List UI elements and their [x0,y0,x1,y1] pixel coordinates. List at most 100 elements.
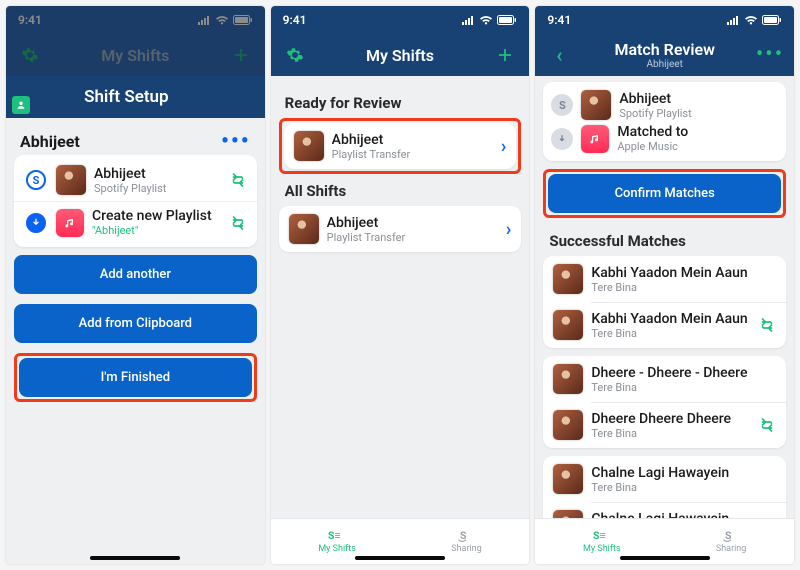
wifi-icon [744,15,758,25]
svg-text:S≡: S≡ [328,529,341,542]
item-sub: Playlist Transfer [327,231,498,244]
status-icons [461,15,517,25]
list-item[interactable]: Abhijeet Playlist Transfer › [284,123,517,169]
track-title: Kabhi Yaadon Mein Aaun [591,265,776,281]
avatar-badge[interactable] [12,96,30,114]
track-thumb [553,310,583,340]
track-sub: Tere Bina [591,481,776,494]
add-another-button[interactable]: Add another [14,255,257,294]
gear-icon[interactable] [283,46,307,64]
sheet-header: Shift Setup [6,76,265,118]
track-title: Dheere - Dheere - Dheere [591,365,776,381]
battery-icon [762,15,782,25]
screen-my-shifts: 9:41 My Shifts Ready for Review [271,6,530,564]
step-title: Abhijeet [94,166,221,182]
section-all-label: All Shifts [279,174,522,206]
step-row-dest[interactable]: Create new Playlist "Abhijeet" [14,201,257,243]
track-thumb [553,464,583,494]
match-row[interactable]: Kabhi Yaadon Mein AaunTere Bina [543,256,786,302]
step-title: Create new Playlist [92,208,221,224]
page-title: Match Review Abhijeet [571,40,758,70]
item-title: Abhijeet [327,215,498,231]
all-list: Abhijeet Playlist Transfer › [279,206,522,252]
signal-icon [726,15,740,25]
playlist-thumb [56,165,86,195]
navbar: ‹ Match Review Abhijeet ••• [535,34,794,76]
dimmed-title: My Shifts [42,46,229,65]
source-row: S Abhijeet Spotify Playlist [551,90,778,120]
list-item[interactable]: Abhijeet Playlist Transfer › [279,206,522,252]
track-sub: Tere Bina [591,381,776,394]
status-bar: 9:41 [535,6,794,34]
track-thumb [553,264,583,294]
confirm-matches-button[interactable]: Confirm Matches [548,174,781,213]
gear-icon [18,46,42,64]
match-row[interactable]: Dheere - Dheere - DheereTere Bina [543,356,786,402]
page-title: My Shifts [307,46,494,65]
section-ready-label: Ready for Review [279,86,522,118]
track-title: Dheere Dheere Dheere [591,411,750,427]
swap-icon[interactable] [758,516,776,518]
tab-my-shifts[interactable]: S≡ My Shifts [318,529,356,554]
track-sub: Tere Bina [591,427,750,440]
tab-sharing[interactable]: S Sharing [451,529,481,554]
chevron-right-icon: › [501,136,506,157]
swap-icon[interactable] [229,214,247,232]
swap-icon[interactable] [758,416,776,434]
setup-steps-card: S Abhijeet Spotify Playlist [14,155,257,247]
playlist-thumb [289,214,319,244]
ready-callout: Abhijeet Playlist Transfer › [279,118,522,174]
step-sub: "Abhijeet" [92,224,221,237]
swap-icon[interactable] [229,171,247,189]
apple-music-icon [56,209,84,237]
playlist-thumb [294,131,324,161]
swap-icon[interactable] [758,316,776,334]
match-card: Chalne Lagi HawayeinTere BinaChalne Lagi… [543,456,786,518]
step-sub: Spotify Playlist [94,182,221,195]
add-from-clipboard-button[interactable]: Add from Clipboard [14,304,257,343]
track-title: Chalne Lagi Hawayein [591,465,776,481]
page-subtitle: Abhijeet [571,59,758,70]
status-time: 9:41 [18,13,42,27]
track-thumb [553,410,583,440]
battery-icon [233,15,253,25]
section-matches-label: Successful Matches [543,224,786,256]
sheet-title: Shift Setup [6,87,247,107]
home-indicator [620,556,710,560]
track-title: Chalne Lagi Hawayein [591,511,750,519]
playlist-thumb [581,90,611,120]
match-row[interactable]: Chalne Lagi HawayeinTere Bina [543,502,786,518]
im-finished-button[interactable]: I'm Finished [19,358,252,397]
tab-sharing[interactable]: S Sharing [716,529,746,554]
screen-match-review: 9:41 ‹ Match Review Abhijeet ••• S Abhij… [535,6,794,564]
signal-icon [197,15,211,25]
tab-my-shifts[interactable]: S≡ My Shifts [583,529,621,554]
finished-callout: I'm Finished [14,353,257,402]
ready-list: Abhijeet Playlist Transfer › [284,123,517,169]
back-icon[interactable]: ‹ [547,43,571,67]
match-summary-card: S Abhijeet Spotify Playlist Matched to A… [543,82,786,161]
wifi-icon [479,15,493,25]
status-icons [197,15,253,25]
track-title: Kabhi Yaadon Mein Aaun [591,311,750,327]
status-icons [726,15,782,25]
track-sub: Tere Bina [591,281,776,294]
status-time: 9:41 [283,13,307,27]
match-row[interactable]: Chalne Lagi HawayeinTere Bina [543,456,786,502]
match-row[interactable]: Dheere Dheere DheereTere Bina [543,402,786,448]
dest-row: Matched to Apple Music [551,124,778,153]
screen-shift-setup: 9:41 My Shifts Shift Setup [6,6,265,564]
item-sub: Playlist Transfer [332,148,493,161]
arrow-down-step-icon [26,213,46,233]
status-bar: 9:41 [271,6,530,34]
step-row-source[interactable]: S Abhijeet Spotify Playlist [14,159,257,201]
apple-music-icon [581,125,609,153]
plus-icon[interactable] [493,46,517,64]
home-indicator [90,556,180,560]
battery-icon [497,15,517,25]
match-row[interactable]: Kabhi Yaadon Mein AaunTere Bina [543,302,786,348]
confirm-callout: Confirm Matches [543,169,786,218]
home-indicator [355,556,445,560]
navbar: My Shifts [271,34,530,76]
wifi-icon [215,15,229,25]
